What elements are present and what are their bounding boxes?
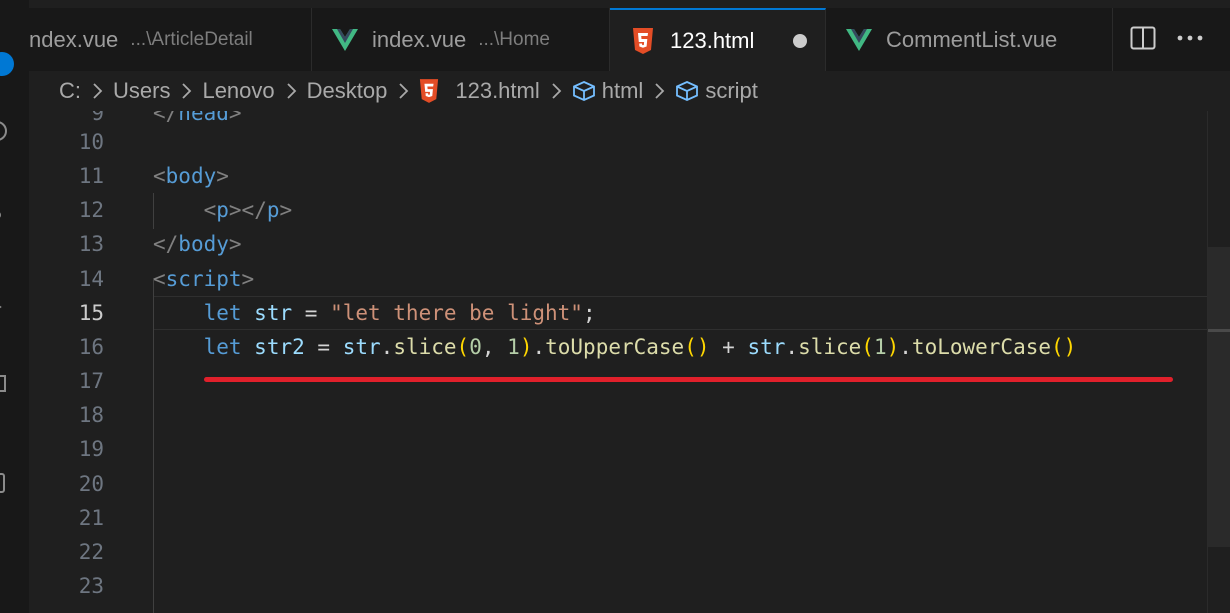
vue-icon [846,28,872,51]
symbol-field-icon [572,81,595,101]
breadcrumb-script[interactable]: script [705,78,758,104]
code-line[interactable]: </body> [153,227,242,261]
notification-badge [0,52,14,76]
tab-label: ndex.vue [29,26,119,52]
line-number: 14 [78,267,104,291]
line-number: 13 [78,232,104,256]
line-number: 20 [78,472,104,496]
code-line[interactable]: <p></p> [153,193,293,227]
symbol-field-icon [676,81,699,101]
tab-label: CommentList.vue [886,26,1058,52]
breadcrumb: C: Users Lenovo Desktop 123.html html sc… [29,71,1230,111]
breadcrumb-html[interactable]: html [602,78,644,104]
code-line[interactable]: <body> [153,159,229,193]
line-number: 23 [78,574,104,598]
vue-icon [332,28,358,51]
breadcrumb-drive[interactable]: C: [59,78,81,104]
code-line[interactable]: let str2 = str.slice(0, 1).toUpperCase()… [153,330,1077,364]
line-number: 15 [78,301,104,325]
html5-icon [633,27,653,54]
breadcrumb-file[interactable]: 123.html [455,78,539,104]
line-number: 11 [78,164,104,188]
line-number: 19 [78,437,104,461]
extensions-icon[interactable] [0,372,8,394]
tab-label: index.vue [372,26,467,52]
split-editor-icon[interactable] [1130,26,1156,50]
run-debug-icon[interactable] [0,120,8,142]
chevron-right-icon [399,83,409,99]
tab-description: ...\ArticleDetail [130,28,253,50]
editor-tab-bar: ndex.vue ...\ArticleDetail index.vue ...… [29,8,1230,71]
scrollbar-thumb[interactable] [1208,247,1230,547]
red-underline-annotation [204,377,1173,382]
chevron-right-icon [93,83,103,99]
tab-description: ...\Home [478,28,550,50]
source-control-icon[interactable] [0,204,8,226]
code-line[interactable]: <script> [153,262,254,296]
line-number: 21 [78,506,104,530]
tab-123-html[interactable]: 123.html [610,8,826,71]
testing-icon[interactable] [0,472,8,494]
breadcrumb-desktop[interactable]: Desktop [307,78,388,104]
line-number: 12 [78,198,104,222]
line-number: 10 [78,130,104,154]
tab-comment-list[interactable]: CommentList.vue [826,8,1113,71]
chevron-right-icon [182,83,192,99]
code-line[interactable]: let str = "let there be light"; [153,296,596,330]
line-number: 17 [78,369,104,393]
tab-actions [1115,8,1230,71]
remote-explorer-icon[interactable] [0,296,8,318]
tab-article-detail[interactable]: ndex.vue ...\ArticleDetail [29,8,312,71]
code-editor[interactable]: 9 10 11 12 13 14 15 16 17 18 19 20 21 22… [29,111,1230,613]
unsaved-dot-icon[interactable] [793,34,807,48]
more-actions-icon[interactable] [1177,35,1203,41]
tab-home[interactable]: index.vue ...\Home [312,8,610,71]
line-number: 16 [78,335,104,359]
line-number: 22 [78,540,104,564]
breadcrumb-users[interactable]: Users [113,78,170,104]
activity-bar [0,0,29,613]
line-number: 18 [78,403,104,427]
chevron-right-icon [287,83,296,99]
vertical-scrollbar[interactable] [1207,111,1230,613]
html5-icon [420,79,439,103]
chevron-right-icon [655,83,665,99]
breadcrumb-lenovo[interactable]: Lenovo [202,78,274,104]
scrollbar-cursor-marker [1208,329,1230,332]
chevron-right-icon [552,83,562,99]
tab-label: 123.html [670,27,755,53]
code-line[interactable]: </head> [153,111,242,130]
